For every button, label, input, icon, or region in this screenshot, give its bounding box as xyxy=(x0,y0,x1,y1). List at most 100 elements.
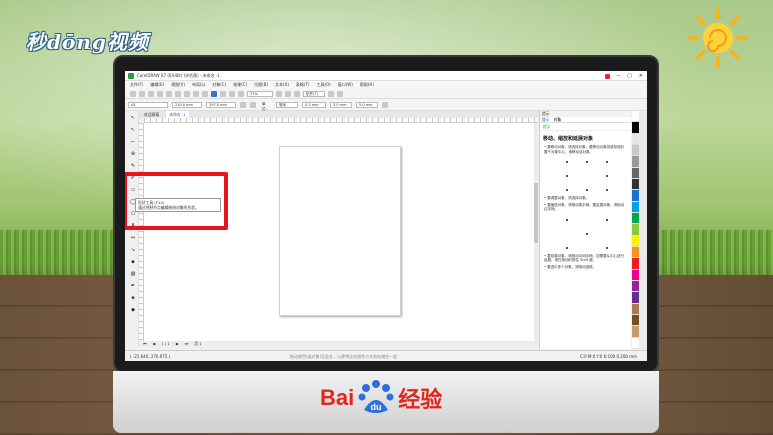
palette-swatch[interactable] xyxy=(632,292,639,304)
connector-tool-icon[interactable]: ↘ xyxy=(130,247,136,253)
duplicate-y-field[interactable]: 5.0 mm xyxy=(356,101,378,108)
zoom-level-select[interactable]: 37% xyxy=(247,90,273,97)
next-page-button[interactable]: ▶ xyxy=(176,341,179,347)
redo-icon[interactable] xyxy=(202,90,208,97)
palette-swatch[interactable] xyxy=(632,326,639,338)
copy-icon[interactable] xyxy=(175,90,181,97)
parallel-dimension-icon[interactable]: ↔ xyxy=(130,235,136,241)
menu-text[interactable]: 文本(X) xyxy=(275,81,289,89)
baidu-text: Bai xyxy=(320,385,355,410)
palette-swatch[interactable] xyxy=(632,201,639,213)
paste-icon[interactable] xyxy=(184,90,190,97)
palette-swatch[interactable] xyxy=(632,167,639,179)
video-brand-logo: 秒dōng视频 xyxy=(26,30,149,54)
window-titlebar: CorelDRAW X7 (64-Bit) (评估版) - 未命名 -1 ─ □… xyxy=(125,71,647,81)
menu-file[interactable]: 文件(F) xyxy=(130,81,143,89)
pick-tool-icon[interactable]: ↖ xyxy=(130,115,136,121)
menu-table[interactable]: 表格(T) xyxy=(296,81,310,89)
menu-window[interactable]: 窗口(W) xyxy=(338,81,353,89)
last-page-button[interactable]: ⏭ xyxy=(185,341,188,347)
menu-view[interactable]: 视图(V) xyxy=(171,81,185,89)
undo-icon[interactable] xyxy=(193,90,199,97)
open-icon[interactable] xyxy=(139,90,145,97)
units-select[interactable]: 毫米 xyxy=(276,101,298,108)
page-tab[interactable]: 页 1 xyxy=(194,341,201,347)
export-icon[interactable] xyxy=(229,90,235,97)
search-content-icon[interactable] xyxy=(211,90,217,97)
vertical-scrollbar[interactable] xyxy=(534,123,538,341)
docker-side-rail[interactable] xyxy=(639,111,647,349)
publish-pdf-icon[interactable] xyxy=(238,90,244,97)
palette-swatch[interactable] xyxy=(632,178,639,191)
portrait-icon[interactable] xyxy=(240,101,246,108)
palette-swatch[interactable] xyxy=(632,280,639,293)
drop-shadow-icon[interactable]: ▪ xyxy=(130,259,136,265)
document-tabs: 欢迎屏幕 未命名 -1 xyxy=(139,111,539,118)
landscape-icon[interactable] xyxy=(250,101,256,108)
tab-welcome-screen[interactable]: 欢迎屏幕 xyxy=(141,111,162,118)
eyedropper-tool-icon[interactable]: ✒ xyxy=(130,283,136,289)
first-page-button[interactable]: ⏮ xyxy=(143,341,146,347)
close-button[interactable]: ✕ xyxy=(639,71,643,81)
docker-tab-objects[interactable]: 对象 xyxy=(554,117,562,122)
minimize-button[interactable]: ─ xyxy=(617,71,620,81)
save-icon[interactable] xyxy=(148,90,154,97)
palette-swatch[interactable] xyxy=(632,111,639,123)
page-width-field[interactable]: 210.0 mm xyxy=(172,101,202,108)
menu-object[interactable]: 对象(C) xyxy=(212,81,226,89)
menu-tools[interactable]: 工具(O) xyxy=(316,81,330,89)
notification-icon[interactable] xyxy=(605,73,611,79)
interactive-fill-icon[interactable]: ◈ xyxy=(130,295,136,301)
palette-swatch[interactable] xyxy=(632,314,639,327)
maximize-button[interactable]: □ xyxy=(627,71,632,81)
page-size-select[interactable]: A4 xyxy=(128,101,168,108)
palette-swatch[interactable] xyxy=(632,122,639,134)
menu-help[interactable]: 帮助(H) xyxy=(360,81,374,89)
docker-tab-hints[interactable]: 提示 xyxy=(542,117,550,122)
palette-swatch[interactable] xyxy=(632,258,639,270)
palette-swatch[interactable] xyxy=(632,269,639,281)
snap-to-select[interactable]: 贴齐(T) xyxy=(303,90,325,97)
menu-bitmaps[interactable]: 位图(B) xyxy=(254,81,268,89)
import-icon[interactable] xyxy=(220,90,226,97)
full-screen-icon[interactable] xyxy=(276,90,282,97)
palette-swatch[interactable] xyxy=(632,190,639,202)
palette-swatch[interactable] xyxy=(632,235,639,247)
launch-icon[interactable] xyxy=(337,90,343,97)
menu-layout[interactable]: 布局(L) xyxy=(192,81,205,89)
drawing-canvas[interactable] xyxy=(144,123,538,341)
duplicate-x-field[interactable]: 5.0 mm xyxy=(330,101,352,108)
menu-edit[interactable]: 编辑(E) xyxy=(150,81,164,89)
shape-tool-icon[interactable]: ↖ xyxy=(130,127,136,133)
palette-swatch[interactable] xyxy=(632,224,639,236)
document-page[interactable] xyxy=(279,146,401,316)
palette-swatch[interactable] xyxy=(632,246,639,259)
page-height-field[interactable]: 297.0 mm xyxy=(206,101,236,108)
menu-effects[interactable]: 效果(C) xyxy=(233,81,247,89)
snap-icon[interactable] xyxy=(294,90,300,97)
scrollbar-thumb[interactable] xyxy=(534,183,538,243)
options-icon[interactable] xyxy=(328,90,334,97)
palette-swatch[interactable] xyxy=(632,337,639,349)
palette-swatch[interactable] xyxy=(632,303,639,315)
nudge-distance-field[interactable]: 0.1 mm xyxy=(302,101,326,108)
color-palette[interactable] xyxy=(632,111,639,349)
transparency-tool-icon[interactable]: ▨ xyxy=(130,271,136,277)
zoom-tool-icon[interactable]: ⊕ xyxy=(130,151,136,157)
print-icon[interactable] xyxy=(157,90,163,97)
rulers-icon[interactable] xyxy=(285,90,291,97)
freehand-tool-icon[interactable]: ✎ xyxy=(130,163,136,169)
palette-swatch[interactable] xyxy=(632,133,639,145)
prev-page-button[interactable]: ◀ xyxy=(152,341,155,347)
palette-swatch[interactable] xyxy=(632,156,639,168)
scale-illustration xyxy=(546,215,625,251)
cut-icon[interactable] xyxy=(166,90,172,97)
smart-fill-icon[interactable]: ◆ xyxy=(130,307,136,313)
crop-tool-icon[interactable]: ⌐ xyxy=(130,139,136,145)
tab-untitled-1[interactable]: 未命名 -1 xyxy=(166,111,189,118)
add-page-icon[interactable] xyxy=(382,101,388,108)
palette-swatch[interactable] xyxy=(632,144,639,157)
new-document-icon[interactable] xyxy=(130,90,136,97)
palette-swatch[interactable] xyxy=(632,212,639,225)
hints-docker: 提示 提示 对象 提示 移动、缩放和延展对象 • 要移动对象，请选择对象，要移动… xyxy=(539,111,631,349)
